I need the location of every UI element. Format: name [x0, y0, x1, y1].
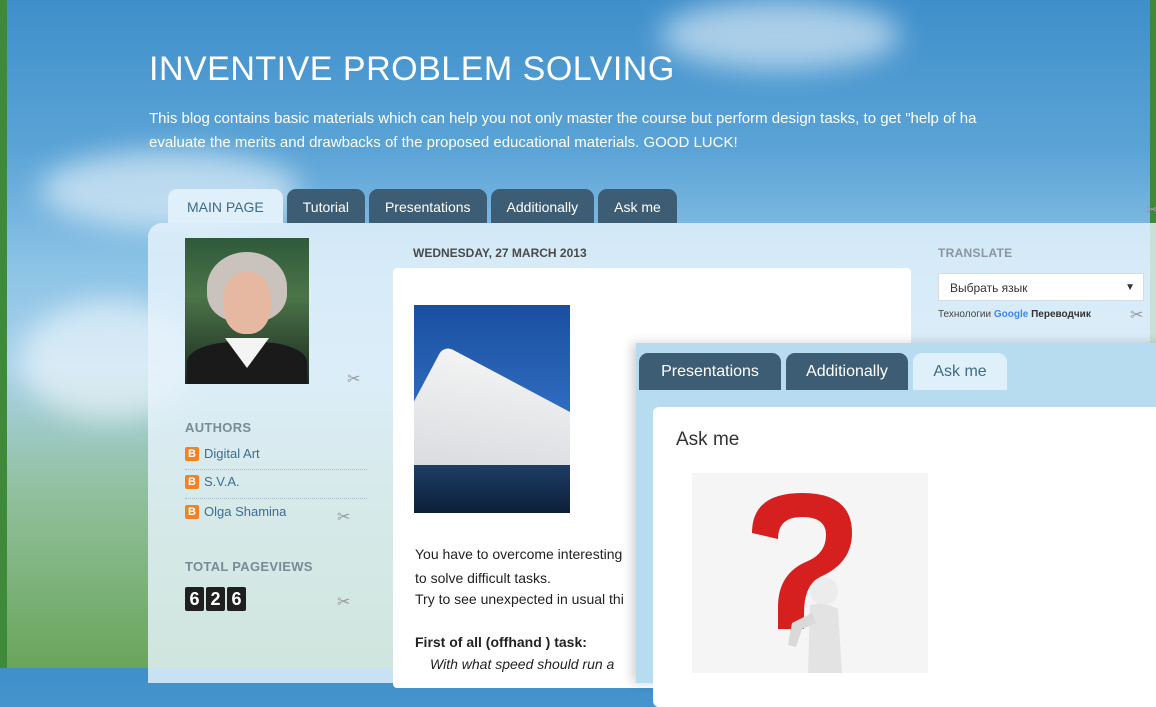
question-mark-figure-image [692, 473, 928, 673]
ship-photo[interactable] [414, 305, 570, 513]
task-heading: First of all (offhand ) task: [415, 634, 587, 650]
tab-tutorial[interactable]: Tutorial [286, 189, 365, 223]
wrench-icon[interactable]: ✂ [347, 369, 360, 389]
blog-description-line-2: evaluate the merits and drawbacks of the… [149, 134, 738, 151]
wrench-icon[interactable]: ✂ [1146, 200, 1156, 220]
left-edge-bar [0, 0, 7, 668]
authors-heading: AUTHORS [185, 420, 252, 435]
dropdown-arrow-icon: ▼ [1125, 282, 1135, 293]
wrench-icon[interactable]: ✂ [337, 507, 350, 527]
powered-prefix: Технологии [938, 309, 992, 320]
google-translate-credit[interactable]: Технологии Google Переводчик [938, 309, 1091, 320]
google-logo: Google [993, 309, 1029, 320]
counter-digit: 2 [206, 587, 225, 611]
tab-additionally[interactable]: Additionally [490, 189, 595, 223]
author-name[interactable]: Digital Art [204, 446, 260, 461]
language-select[interactable]: Выбрать язык ▼ [938, 273, 1144, 301]
tab-main-page[interactable]: MAIN PAGE [168, 189, 283, 223]
main-tabs: MAIN PAGE Tutorial Presentations Additio… [168, 189, 677, 223]
post-text-line: Try to see unexpected in usual thi [415, 591, 624, 607]
blog-description-line-1: This blog contains basic materials which… [149, 110, 977, 127]
wrench-icon[interactable]: ✂ [337, 592, 350, 612]
author-link-sva[interactable]: B S.V.A. [185, 474, 240, 489]
blogger-icon: B [185, 504, 199, 519]
post-date: WEDNESDAY, 27 MARCH 2013 [413, 246, 587, 260]
blog-title[interactable]: INVENTIVE PROBLEM SOLVING [149, 50, 675, 89]
translate-heading: TRANSLATE [938, 246, 1013, 260]
author-name[interactable]: Olga Shamina [204, 504, 286, 519]
divider [185, 498, 367, 499]
powered-suffix: Переводчик [1031, 309, 1091, 320]
ask-me-popup: Presentations Additionally Ask me Ask me [636, 343, 1156, 707]
post-text-line: You have to overcome interesting [415, 546, 623, 562]
tab-ask-me[interactable]: Ask me [598, 189, 677, 223]
counter-digit: 6 [227, 587, 246, 611]
language-select-value: Выбрать язык [950, 281, 1028, 295]
overlay-tab-additionally[interactable]: Additionally [786, 353, 908, 390]
wrench-icon[interactable]: ✂ [1130, 305, 1143, 325]
pageviews-heading: TOTAL PAGEVIEWS [185, 559, 313, 574]
blog-description: This blog contains basic materials which… [149, 107, 1149, 155]
blogger-icon: B [185, 474, 199, 489]
author-link-olga-shamina[interactable]: B Olga Shamina [185, 504, 286, 519]
author-avatar [185, 238, 309, 384]
divider [185, 469, 367, 470]
overlay-title: Ask me [676, 429, 740, 450]
task-text: With what speed should run a [430, 656, 615, 672]
author-link-digital-art[interactable]: B Digital Art [185, 446, 260, 461]
overlay-tab-presentations[interactable]: Presentations [639, 353, 781, 390]
pageviews-counter: 6 2 6 [185, 587, 246, 611]
post-text-line: to solve difficult tasks. [415, 570, 551, 586]
tab-presentations[interactable]: Presentations [368, 189, 487, 223]
counter-digit: 6 [185, 587, 204, 611]
author-name[interactable]: S.V.A. [204, 474, 240, 489]
overlay-tab-ask-me[interactable]: Ask me [913, 353, 1007, 390]
blogger-icon: B [185, 446, 199, 461]
